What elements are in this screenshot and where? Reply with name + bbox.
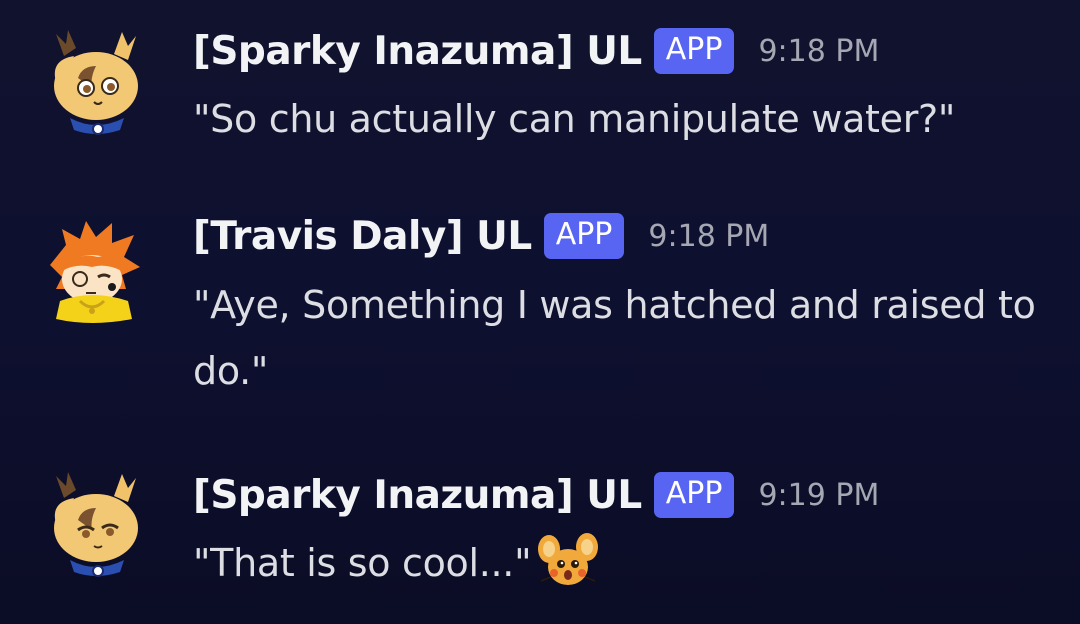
author-name[interactable]: [Sparky Inazuma] UL: [193, 29, 642, 74]
timestamp: 9:18 PM: [758, 33, 880, 69]
message-content: "That is so cool...": [193, 530, 1053, 597]
app-badge: APP: [653, 472, 735, 518]
dedenne-emoji-icon[interactable]: [537, 531, 599, 593]
message-text: "Aye, Something I was hatched and raised…: [193, 283, 1036, 393]
avatar-image: [54, 30, 138, 135]
author-name[interactable]: [Travis Daly] UL: [193, 214, 532, 259]
app-badge: APP: [653, 28, 735, 74]
avatar[interactable]: [36, 468, 146, 578]
avatar[interactable]: [36, 215, 146, 325]
author-name[interactable]: [Sparky Inazuma] UL: [193, 473, 642, 518]
message-text: "So chu actually can manipulate water?": [193, 97, 956, 141]
message-text: "That is so cool...": [193, 541, 532, 585]
avatar-image: [54, 472, 138, 577]
avatar[interactable]: [36, 26, 146, 136]
timestamp: 9:18 PM: [648, 218, 770, 254]
timestamp: 9:19 PM: [758, 477, 880, 513]
app-badge: APP: [543, 213, 625, 259]
avatar-image: [50, 221, 140, 323]
